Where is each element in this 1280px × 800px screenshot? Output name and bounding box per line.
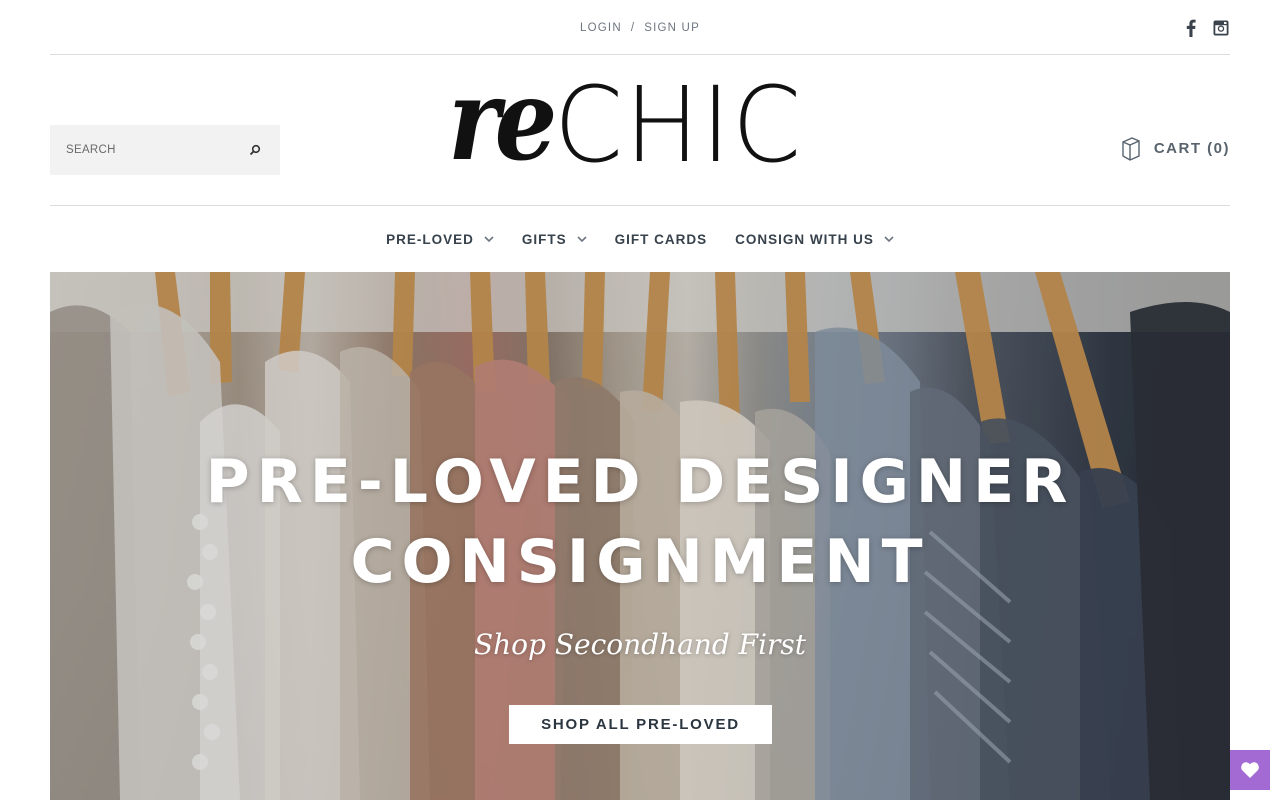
hero-headline-line2: CONSIGNMENT [350, 527, 930, 597]
nav-item-label: GIFTS [521, 231, 567, 247]
search-icon[interactable] [246, 141, 264, 159]
site-header: reCHIC CART (0) [50, 55, 1230, 206]
hero-banner: PRE-LOVED DESIGNER CONSIGNMENT Shop Seco… [50, 272, 1230, 800]
nav-item-label: PRE-LOVED [386, 231, 474, 247]
instagram-icon[interactable] [1212, 19, 1230, 37]
top-bar: LOGIN / SIGN UP [50, 0, 1230, 55]
search-box [50, 125, 280, 175]
logo-chic: CHIC [554, 64, 804, 186]
wishlist-button[interactable] [1230, 750, 1270, 790]
shop-all-pre-loved-button[interactable]: SHOP ALL PRE-LOVED [509, 705, 772, 744]
nav-item-gifts[interactable]: GIFTS [522, 232, 587, 247]
chevron-down-icon [884, 234, 894, 244]
nav-item-consign-with-us[interactable]: CONSIGN WITH US [735, 232, 894, 247]
chevron-down-icon [484, 234, 494, 244]
search-input[interactable] [66, 144, 246, 156]
nav-item-label: GIFT CARDS [614, 231, 708, 247]
auth-separator: / [630, 22, 636, 34]
account-links: LOGIN / SIGN UP [50, 22, 1230, 34]
hero-tagline: Shop Secondhand First [473, 628, 807, 661]
cart-link[interactable]: CART (0) [1120, 135, 1230, 161]
chevron-down-icon [577, 234, 587, 244]
social-links [1182, 19, 1230, 37]
nav-item-gift-cards[interactable]: GIFT CARDS [615, 232, 708, 247]
logo-re: re [448, 55, 557, 186]
signup-link[interactable]: SIGN UP [644, 22, 700, 34]
hero-headline-line1: PRE-LOVED DESIGNER [205, 447, 1075, 517]
cart-bag-icon [1120, 135, 1142, 161]
heart-icon [1241, 762, 1259, 778]
facebook-icon[interactable] [1182, 19, 1200, 37]
login-link[interactable]: LOGIN [580, 22, 622, 34]
nav-item-label: CONSIGN WITH US [735, 231, 874, 247]
main-nav: PRE-LOVED GIFTS GIFT CARDS CONSIGN WITH … [0, 206, 1280, 272]
site-logo[interactable]: re CHIC [448, 65, 816, 178]
hero-headline: PRE-LOVED DESIGNER CONSIGNMENT [50, 442, 1230, 602]
cart-label: CART (0) [1153, 139, 1230, 157]
nav-item-pre-loved[interactable]: PRE-LOVED [386, 232, 494, 247]
